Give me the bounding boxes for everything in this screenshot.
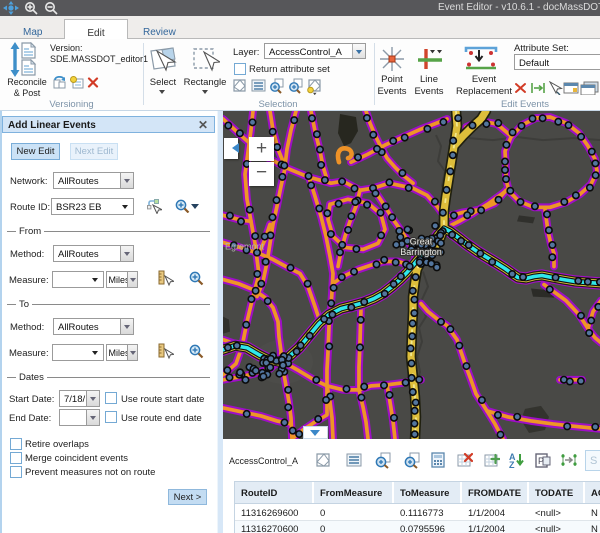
svg-text:Great: Great [410, 236, 433, 246]
svg-text:Barrington: Barrington [400, 247, 441, 257]
svg-text:P: P [538, 456, 544, 466]
svg-text:Egremont: Egremont [225, 241, 264, 251]
svg-text:Z: Z [509, 460, 515, 469]
